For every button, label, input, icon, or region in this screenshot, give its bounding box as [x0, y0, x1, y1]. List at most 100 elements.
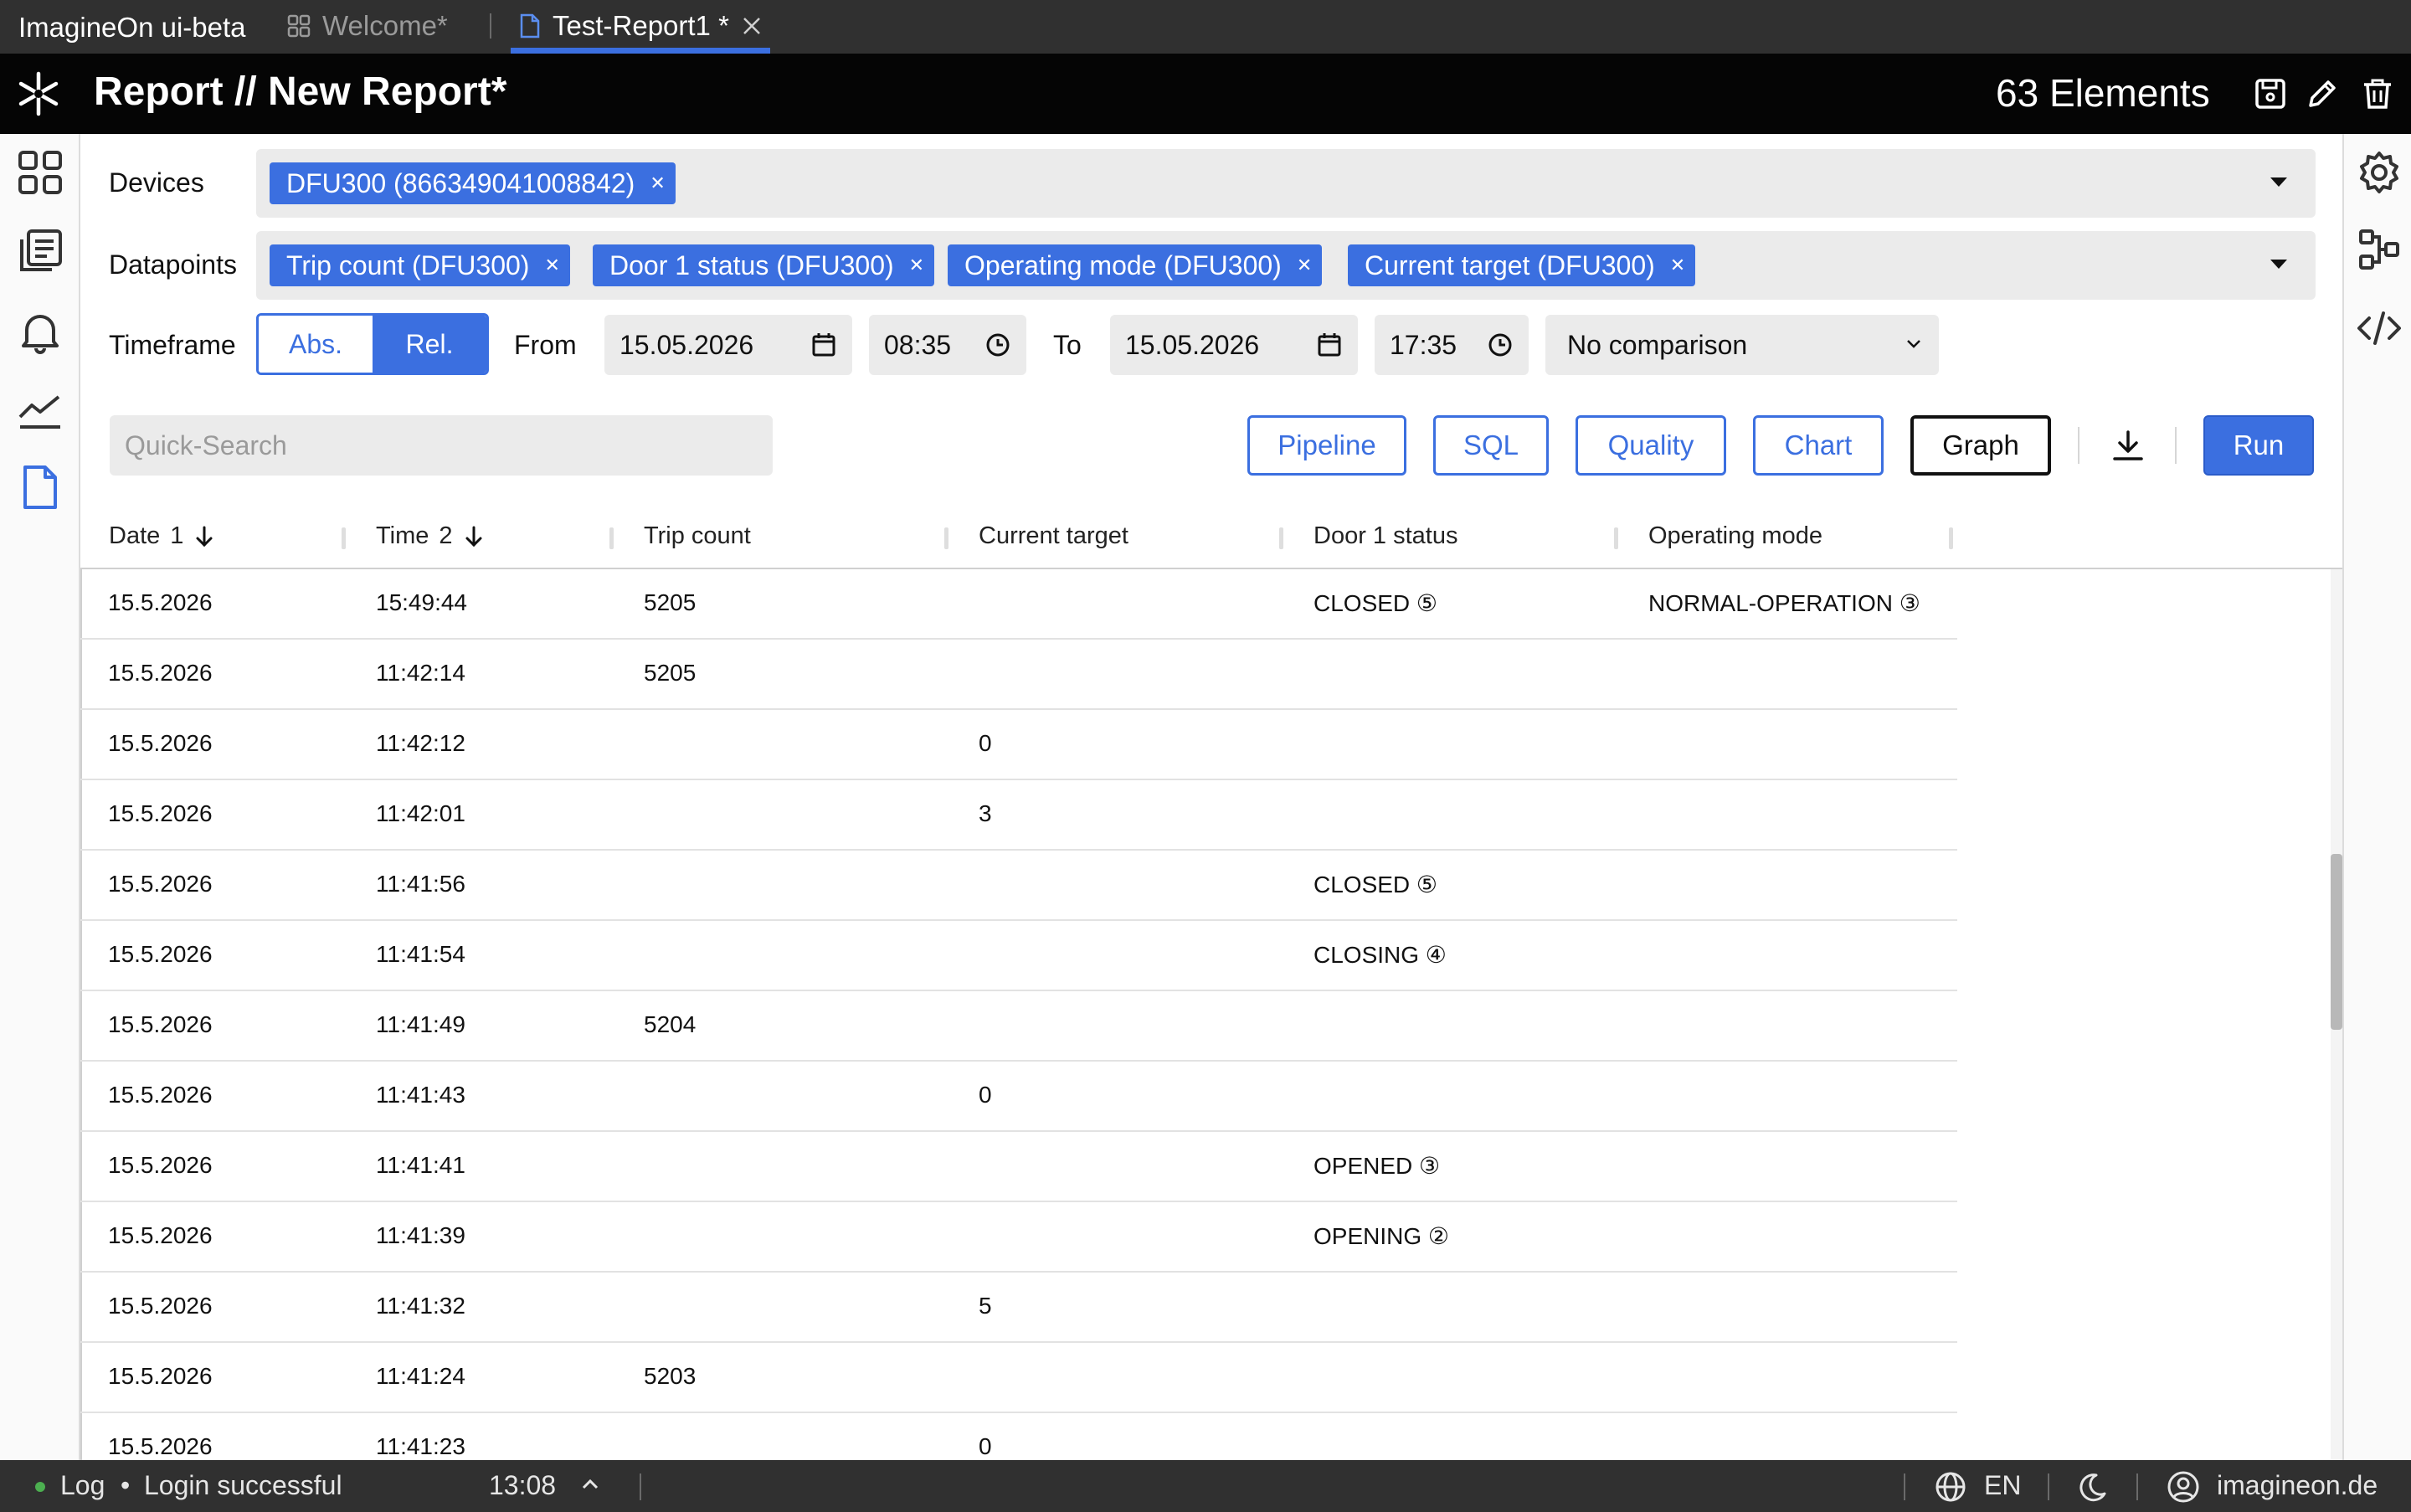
chevron-down-icon[interactable] — [2270, 260, 2287, 269]
save-icon[interactable] — [2252, 75, 2289, 112]
from-date-field[interactable]: 15.05.2026 — [604, 315, 852, 375]
table-row[interactable]: 15.5.2026 11:41:39 OPENING ② — [80, 1202, 1957, 1273]
table-row[interactable]: 15.5.2026 11:41:23 0 — [80, 1413, 1957, 1460]
column-resizer[interactable] — [342, 527, 346, 549]
calendar-icon[interactable] — [1316, 332, 1343, 358]
cell-date: 15.5.2026 — [108, 1363, 213, 1389]
table-row[interactable]: 15.5.2026 11:41:56 CLOSED ⑤ — [80, 851, 1957, 921]
toolbar-separator — [2175, 427, 2177, 464]
chevron-down-icon[interactable] — [1904, 333, 1924, 353]
table-row[interactable]: 15.5.2026 11:42:01 3 — [80, 780, 1957, 851]
quality-button[interactable]: Quality — [1576, 415, 1726, 476]
tab-test-report1[interactable]: Test-Report1 * — [519, 10, 763, 42]
chevron-up-icon[interactable] — [578, 1472, 603, 1497]
chart-line-icon[interactable] — [15, 385, 65, 435]
remove-chip-icon[interactable]: ✕ — [1297, 255, 1312, 276]
remove-chip-icon[interactable]: ✕ — [650, 172, 665, 194]
log-button[interactable]: Log — [60, 1470, 105, 1501]
sort-index: 2 — [439, 522, 453, 549]
cell-time: 11:41:23 — [376, 1433, 465, 1459]
close-icon[interactable] — [741, 15, 763, 37]
run-button[interactable]: Run — [2203, 415, 2314, 476]
arrow-down-icon[interactable] — [463, 525, 485, 548]
status-message: Login successful — [144, 1470, 342, 1500]
timeframe-toggle[interactable]: Abs. Rel. — [256, 313, 489, 375]
table-row[interactable]: 15.5.2026 11:41:49 5204 — [80, 991, 1957, 1062]
remove-chip-icon[interactable]: ✕ — [1670, 255, 1685, 276]
column-header-operating-mode[interactable]: Operating mode — [1648, 522, 1822, 550]
quick-search-input[interactable]: Quick-Search — [110, 415, 773, 476]
chart-button[interactable]: Chart — [1753, 415, 1884, 476]
bell-icon[interactable] — [15, 306, 65, 357]
column-header-date[interactable]: Date 1 — [109, 522, 215, 550]
graph-button[interactable]: Graph — [1910, 415, 2051, 476]
cell-time: 11:41:41 — [376, 1152, 465, 1178]
column-header-door-status[interactable]: Door 1 status — [1313, 522, 1457, 550]
column-resizer[interactable] — [1614, 527, 1618, 549]
clock-icon[interactable] — [984, 332, 1011, 358]
cell-current-target: 3 — [979, 800, 992, 826]
cell-date: 15.5.2026 — [108, 800, 213, 826]
vertical-scrollbar[interactable] — [2331, 569, 2342, 1460]
cell-date: 15.5.2026 — [108, 1011, 213, 1037]
datapoint-chip-operating-mode[interactable]: Operating mode (DFU300) ✕ — [948, 244, 1323, 286]
column-header-time[interactable]: Time 2 — [376, 522, 485, 550]
column-header-current-target[interactable]: Current target — [979, 522, 1128, 550]
table-row[interactable]: 15.5.2026 11:42:12 0 — [80, 710, 1957, 780]
devices-select[interactable]: DFU300 (866349041008842) ✕ — [256, 149, 2316, 218]
pipeline-icon[interactable] — [2356, 226, 2403, 273]
comparison-select[interactable]: No comparison — [1545, 315, 1939, 375]
datapoint-chip-trip-count[interactable]: Trip count (DFU300) ✕ — [270, 244, 570, 286]
pipeline-button[interactable]: Pipeline — [1247, 415, 1406, 476]
timeframe-rel-option[interactable]: Rel. — [373, 316, 486, 373]
page-title: Report // New Report* — [94, 69, 507, 114]
calendar-icon[interactable] — [810, 332, 837, 358]
remove-chip-icon[interactable]: ✕ — [544, 255, 559, 276]
device-chip[interactable]: DFU300 (866349041008842) ✕ — [270, 162, 676, 204]
chevron-down-icon[interactable] — [2270, 177, 2287, 187]
column-resizer[interactable] — [1949, 527, 1953, 549]
scrollbar-thumb[interactable] — [2331, 854, 2342, 1030]
device-chip-label: DFU300 (866349041008842) — [286, 167, 635, 198]
tab-welcome[interactable]: Welcome* — [287, 10, 448, 42]
column-resizer[interactable] — [609, 527, 614, 549]
datapoint-chip-current-target[interactable]: Current target (DFU300) ✕ — [1348, 244, 1696, 286]
timeframe-abs-option[interactable]: Abs. — [259, 316, 373, 373]
clock-icon[interactable] — [1487, 332, 1514, 358]
sql-button[interactable]: SQL — [1433, 415, 1549, 476]
to-time-field[interactable]: 17:35 — [1375, 315, 1529, 375]
edit-icon[interactable] — [2304, 75, 2341, 112]
code-icon[interactable] — [2356, 305, 2403, 352]
column-header-trip-count[interactable]: Trip count — [644, 522, 751, 550]
table-row[interactable]: 15.5.2026 11:41:24 5203 — [80, 1343, 1957, 1413]
remove-chip-icon[interactable]: ✕ — [909, 255, 924, 276]
account-domain[interactable]: imagineon.de — [2217, 1470, 2378, 1501]
column-resizer[interactable] — [944, 527, 948, 549]
arrow-down-icon[interactable] — [193, 525, 215, 548]
to-date-field[interactable]: 15.05.2026 — [1110, 315, 1358, 375]
from-time-field[interactable]: 08:35 — [869, 315, 1026, 375]
table-row[interactable]: 15.5.2026 11:41:54 CLOSING ④ — [80, 921, 1957, 991]
document-icon[interactable] — [15, 462, 65, 512]
globe-icon[interactable] — [1934, 1470, 1967, 1504]
column-resizer[interactable] — [1279, 527, 1283, 549]
table-row[interactable]: 15.5.2026 11:41:43 0 — [80, 1062, 1957, 1132]
download-icon[interactable] — [2110, 427, 2146, 464]
reports-list-icon[interactable] — [15, 226, 65, 276]
cell-date: 15.5.2026 — [108, 1222, 213, 1248]
table-row[interactable]: 15.5.2026 11:41:32 5 — [80, 1273, 1957, 1343]
gear-icon[interactable] — [2356, 149, 2403, 196]
trash-icon[interactable] — [2359, 75, 2396, 112]
table-row[interactable]: 15.5.2026 11:41:41 OPENED ③ — [80, 1132, 1957, 1202]
table-row[interactable]: 15.5.2026 11:42:14 5205 — [80, 640, 1957, 710]
datapoints-select[interactable]: Trip count (DFU300) ✕ Door 1 status (DFU3… — [256, 231, 2316, 300]
account-icon[interactable] — [2167, 1470, 2200, 1504]
table-row[interactable]: 15.5.2026 15:49:44 5205 CLOSED ⑤ NORMAL-… — [80, 569, 1957, 640]
language-selector[interactable]: EN — [1984, 1470, 2021, 1501]
datapoint-chip-door-status[interactable]: Door 1 status (DFU300) ✕ — [593, 244, 935, 286]
cell-door-status: CLOSED ⑤ — [1313, 590, 1438, 616]
cell-date: 15.5.2026 — [108, 660, 213, 686]
dashboard-icon[interactable] — [15, 147, 65, 198]
report-header: Report // New Report* 63 Elements — [0, 54, 2411, 134]
moon-icon[interactable] — [2074, 1470, 2108, 1504]
